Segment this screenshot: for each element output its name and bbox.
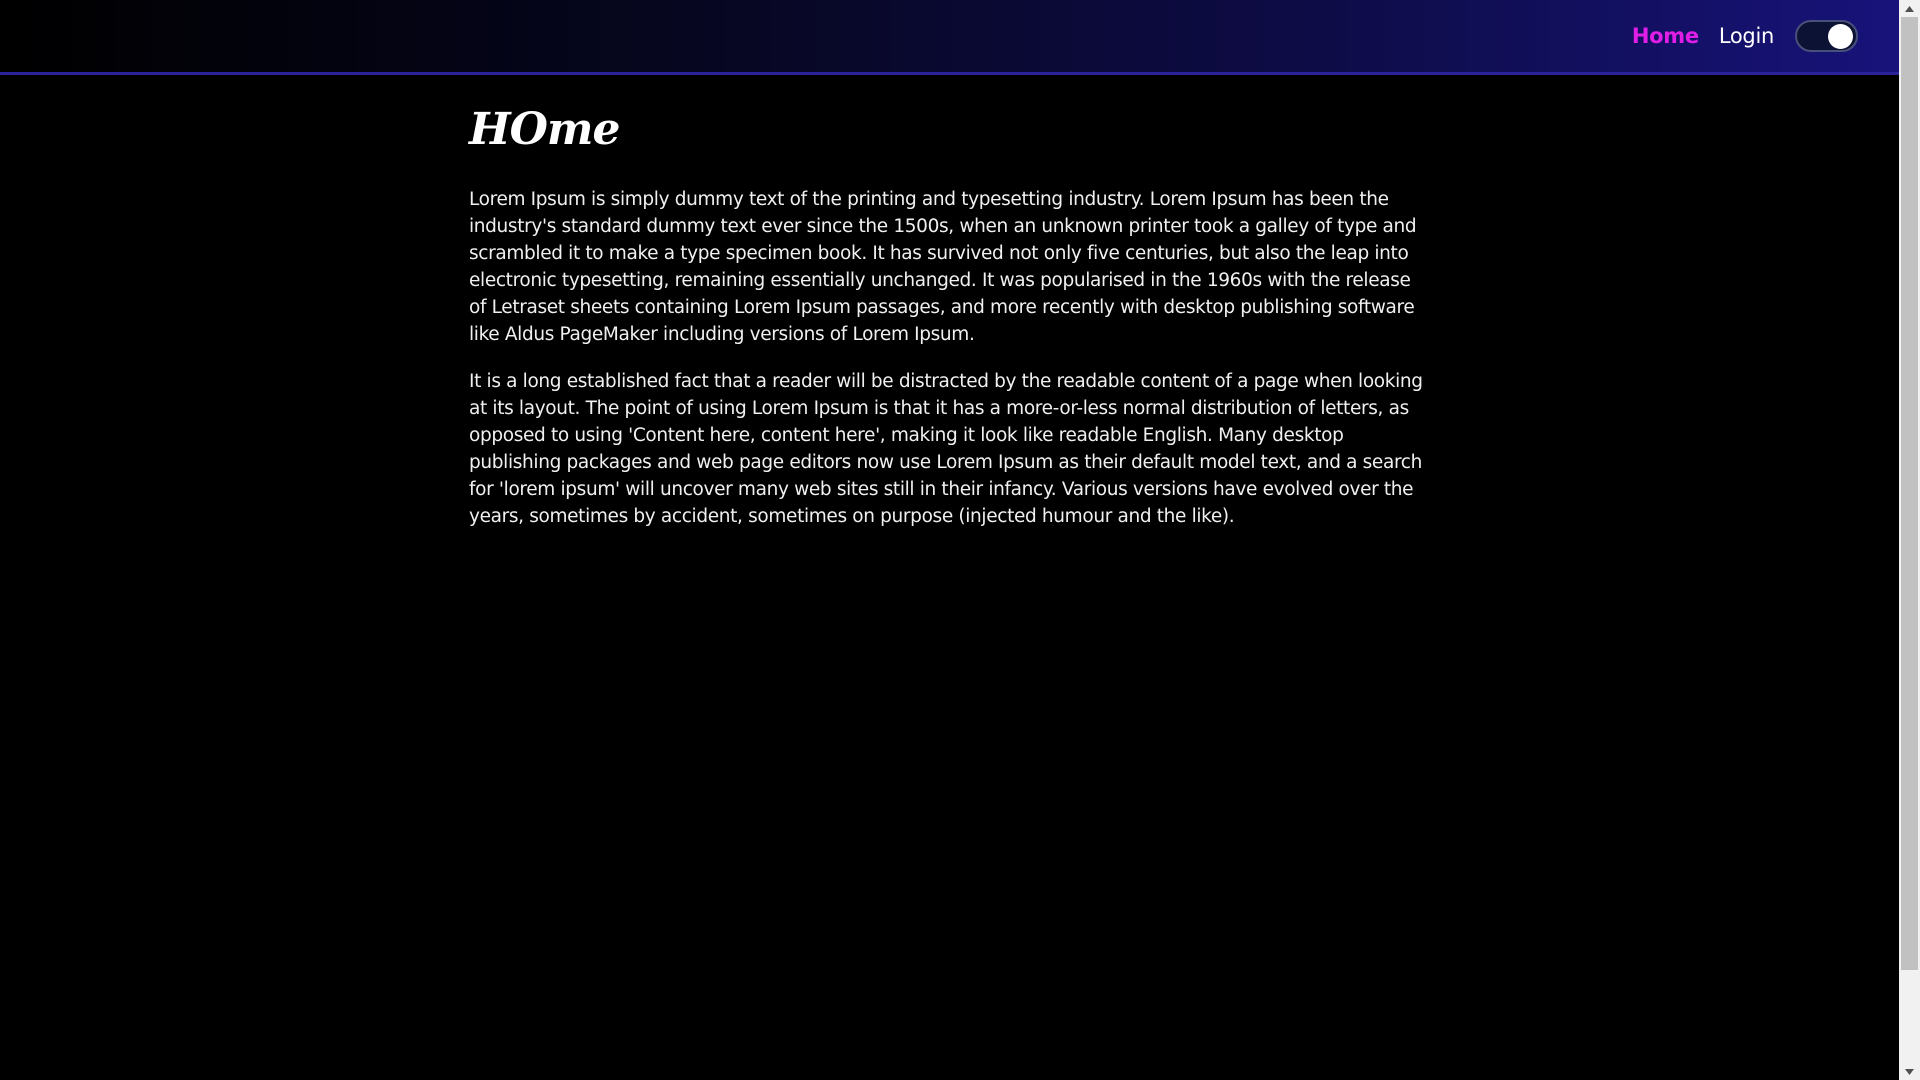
scroll-up-button[interactable] <box>1899 0 1920 17</box>
page-title: HOme <box>469 104 620 155</box>
nav-link-home[interactable]: Home <box>1632 24 1699 48</box>
theme-toggle[interactable] <box>1795 20 1858 52</box>
vertical-scrollbar[interactable] <box>1899 0 1920 1080</box>
chevron-down-icon <box>1905 1068 1914 1075</box>
chevron-up-icon <box>1905 5 1914 12</box>
scroll-down-button[interactable] <box>1899 1063 1920 1080</box>
body-paragraph: It is a long established fact that a rea… <box>469 371 1423 527</box>
nav-links: Home Login <box>1632 0 1858 72</box>
page-viewport: Home Login HOme Lorem Ipsum is simply du… <box>0 0 1899 1080</box>
main-content: HOme Lorem Ipsum is simply dummy text of… <box>469 100 1429 550</box>
body-paragraph: Lorem Ipsum is simply dummy text of the … <box>469 189 1417 345</box>
toggle-knob <box>1828 24 1853 49</box>
nav-link-login[interactable]: Login <box>1719 24 1774 48</box>
navbar: Home Login <box>0 0 1899 75</box>
scroll-thumb[interactable] <box>1901 17 1918 970</box>
